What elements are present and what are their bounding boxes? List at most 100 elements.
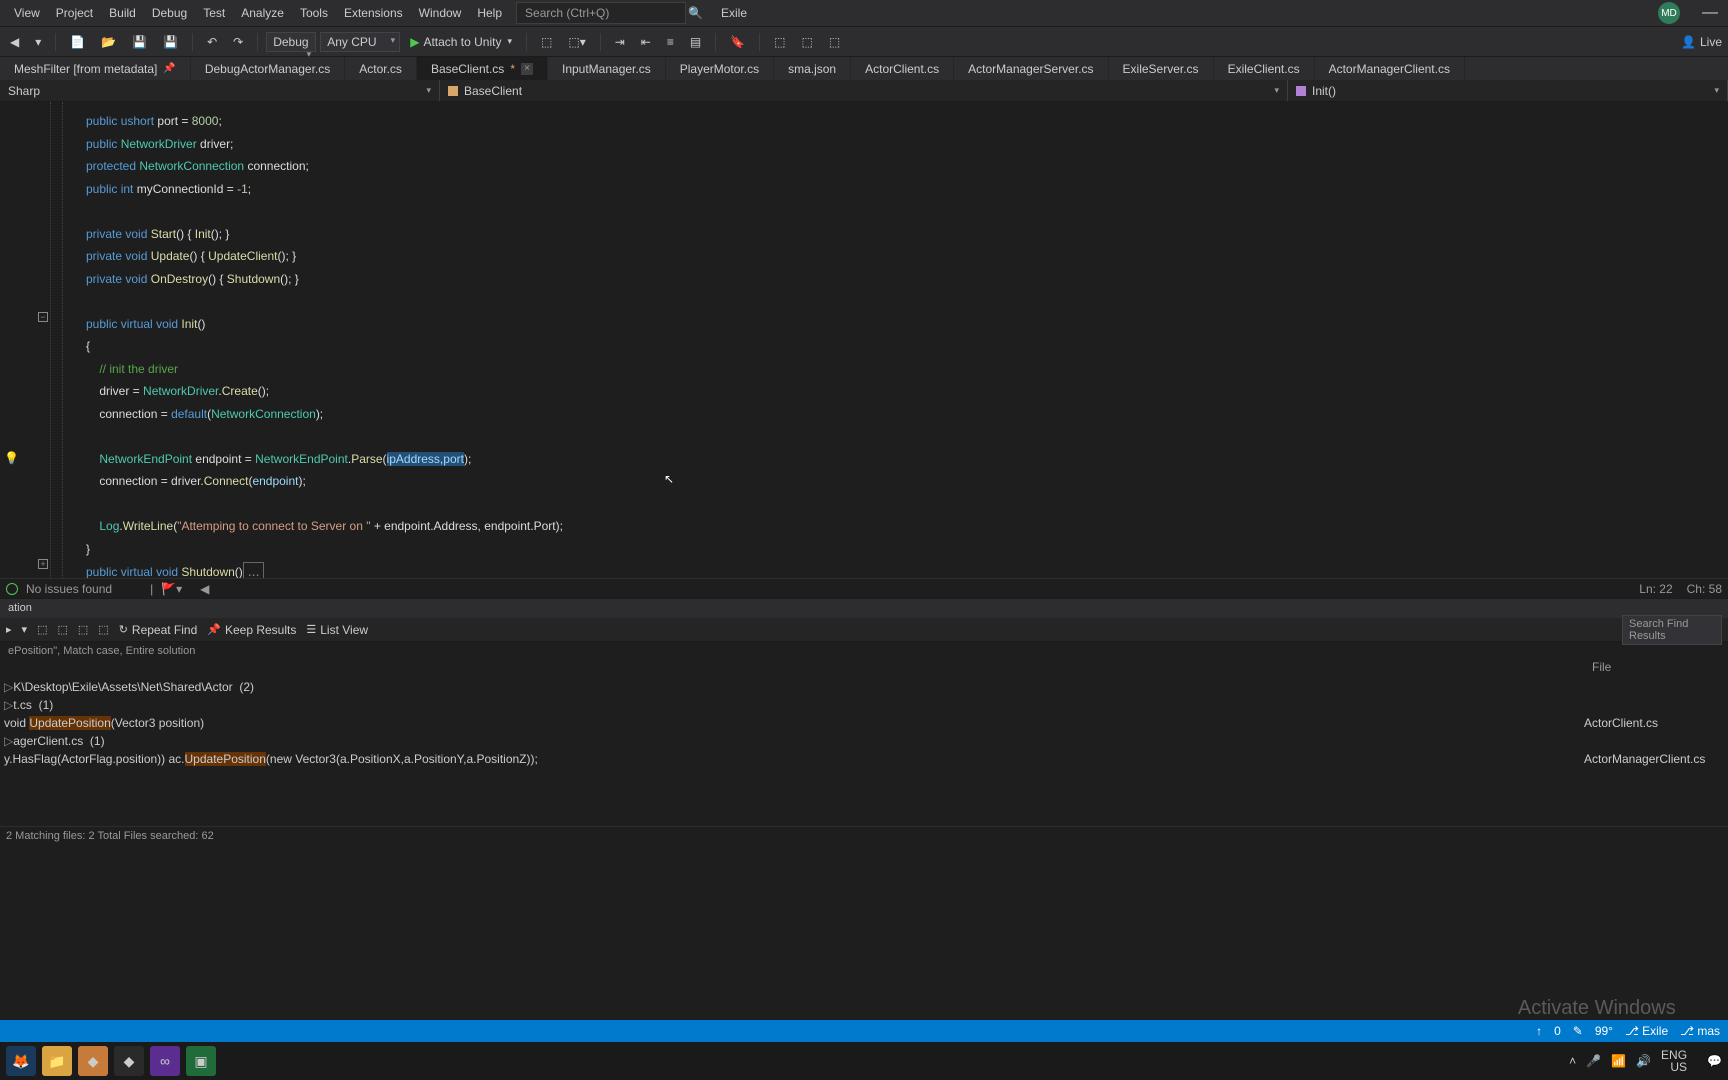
menu-window[interactable]: Window [411, 2, 470, 24]
minimize-button[interactable]: — [1702, 4, 1718, 22]
upload-icon[interactable]: ↑ [1536, 1024, 1542, 1038]
tool-icon-3[interactable]: ⬚ [768, 31, 791, 53]
tab-exileclient[interactable]: ExileClient.cs [1214, 57, 1315, 80]
mic-icon[interactable]: 🎤 [1586, 1054, 1601, 1068]
keep-results-button[interactable]: 📌 Keep Results [207, 623, 296, 637]
tab-label: ActorClient.cs [865, 62, 939, 76]
nav-class[interactable]: BaseClient [440, 80, 1288, 101]
tab-label: ExileServer.cs [1123, 62, 1199, 76]
col-file[interactable]: File [1588, 660, 1728, 678]
wifi-icon[interactable]: 📶 [1611, 1054, 1626, 1068]
tab-meshfilter[interactable]: MeshFilter [from metadata]📌 [0, 57, 191, 80]
back-icon[interactable]: ◀ [4, 31, 25, 53]
search-icon[interactable]: 🔍 [688, 6, 703, 20]
menu-help[interactable]: Help [469, 2, 510, 24]
undo-icon[interactable]: ↶ [201, 31, 223, 53]
tool-icon[interactable]: ⬚ [37, 623, 47, 636]
flag-icon[interactable]: 🚩▾ [161, 582, 182, 596]
forward-icon[interactable]: ▾ [29, 31, 47, 53]
bookmark-icon[interactable]: 🔖 [724, 31, 751, 53]
nav-prev-icon[interactable]: ◀ [200, 582, 209, 596]
collapse-icon[interactable]: ▾ [22, 623, 28, 636]
tool-icon-4[interactable]: ⬚ [796, 31, 819, 53]
weather[interactable]: 99° [1595, 1024, 1613, 1038]
save-icon[interactable]: 💾 [126, 31, 153, 53]
tab-label: BaseClient.cs [431, 62, 504, 76]
git-branch[interactable]: ⎇ mas [1680, 1024, 1720, 1038]
line-indicator: Ln: 22 [1639, 582, 1672, 596]
tool-icon-5[interactable]: ⬚ [823, 31, 846, 53]
nav-method[interactable]: Init() [1288, 80, 1728, 101]
menu-test[interactable]: Test [195, 2, 233, 24]
tab-actormanagerclient[interactable]: ActorManagerClient.cs [1315, 57, 1465, 80]
sublime-icon[interactable]: ◆ [78, 1046, 108, 1076]
terminal-icon[interactable]: ▣ [186, 1046, 216, 1076]
outdent-icon[interactable]: ⇤ [635, 31, 657, 53]
new-icon[interactable]: 📄 [64, 31, 91, 53]
vs-icon[interactable]: ∞ [150, 1046, 180, 1076]
redo-icon[interactable]: ↷ [227, 31, 249, 53]
repeat-find-button[interactable]: ↻ Repeat Find [119, 623, 198, 637]
menu-analyze[interactable]: Analyze [233, 2, 292, 24]
git-repo[interactable]: ⎇ Exile [1625, 1024, 1668, 1038]
menu-extensions[interactable]: Extensions [336, 2, 411, 24]
firefox-icon[interactable]: 🦊 [6, 1046, 36, 1076]
find-results-search[interactable]: Search Find Results [1622, 615, 1722, 645]
save-all-icon[interactable]: 💾 [157, 31, 184, 53]
tab-inputmanager[interactable]: InputManager.cs [548, 57, 666, 80]
menu-build[interactable]: Build [101, 2, 144, 24]
config-combo[interactable]: Debug [266, 32, 316, 52]
explorer-icon[interactable]: 📁 [42, 1046, 72, 1076]
tab-exileserver[interactable]: ExileServer.cs [1109, 57, 1214, 80]
find-group[interactable]: agerClient.cs (1) [0, 732, 1728, 750]
tab-label: DebugActorManager.cs [205, 62, 330, 76]
lightbulb-icon[interactable]: 💡 [4, 447, 19, 470]
language-indicator[interactable]: ENGUS [1661, 1049, 1687, 1073]
tab-smajson[interactable]: sma.json [774, 57, 851, 80]
tool-icon[interactable]: ⬚ [57, 623, 67, 636]
attach-button[interactable]: ▶Attach to Unity▾ [404, 33, 518, 51]
fold-minus-icon[interactable]: − [38, 312, 48, 322]
sync-icon[interactable]: ✎ [1573, 1024, 1583, 1038]
menu-tools[interactable]: Tools [292, 2, 336, 24]
find-group[interactable]: K\Desktop\Exile\Assets\Net\Shared\Actor … [0, 678, 1728, 696]
menu-debug[interactable]: Debug [144, 2, 195, 24]
notifications-icon[interactable]: 💬 [1707, 1054, 1722, 1068]
fold-plus-icon[interactable]: + [38, 559, 48, 569]
list-view-button[interactable]: ☰ List View [306, 623, 368, 637]
format-icon[interactable]: ≡ [661, 31, 680, 53]
find-query: ePosition", Match case, Entire solution [0, 642, 1728, 660]
close-icon[interactable]: × [521, 63, 533, 75]
menu-project[interactable]: Project [48, 2, 101, 24]
volume-icon[interactable]: 🔊 [1636, 1054, 1651, 1068]
global-search[interactable]: Search (Ctrl+Q) [516, 2, 686, 24]
tab-actormanagerserver[interactable]: ActorManagerServer.cs [954, 57, 1108, 80]
code-editor[interactable]: − + 💡 public ushort port = 8000; public … [0, 102, 1728, 578]
tool-icon-1[interactable]: ⬚ [535, 31, 558, 53]
obsidian-icon[interactable]: ◆ [114, 1046, 144, 1076]
open-icon[interactable]: 📂 [95, 31, 122, 53]
menu-view[interactable]: View [6, 2, 48, 24]
find-group[interactable]: t.cs (1) [0, 696, 1728, 714]
find-results-header[interactable]: ation [0, 598, 1728, 618]
nav-namespace[interactable]: Sharp [0, 80, 440, 101]
tab-actor[interactable]: Actor.cs [345, 57, 417, 80]
tab-debugactormanager[interactable]: DebugActorManager.cs [191, 57, 345, 80]
tool-icon-2[interactable]: ⬚▾ [562, 31, 591, 53]
pending-count[interactable]: 0 [1554, 1024, 1561, 1038]
tool-icon[interactable]: ⬚ [78, 623, 88, 636]
platform-combo[interactable]: Any CPU [320, 32, 400, 52]
tab-playermotor[interactable]: PlayerMotor.cs [666, 57, 774, 80]
tab-label: ExileClient.cs [1228, 62, 1300, 76]
find-result-row[interactable]: void UpdatePosition(Vector3 position)Act… [0, 714, 1728, 732]
tab-actorclient[interactable]: ActorClient.cs [851, 57, 954, 80]
comment-icon[interactable]: ▤ [684, 31, 707, 53]
find-result-row[interactable]: y.HasFlag(ActorFlag.position)) ac.Update… [0, 750, 1728, 768]
expand-icon[interactable]: ▸ [6, 623, 12, 636]
user-avatar[interactable]: MD [1658, 2, 1680, 24]
tray-chevron-icon[interactable]: ˄ [1569, 1054, 1576, 1068]
tab-baseclient[interactable]: BaseClient.cs*× [417, 57, 548, 80]
tool-icon[interactable]: ⬚ [98, 623, 108, 636]
live-share[interactable]: 👤Live [1681, 35, 1728, 49]
indent-icon[interactable]: ⇥ [609, 31, 631, 53]
